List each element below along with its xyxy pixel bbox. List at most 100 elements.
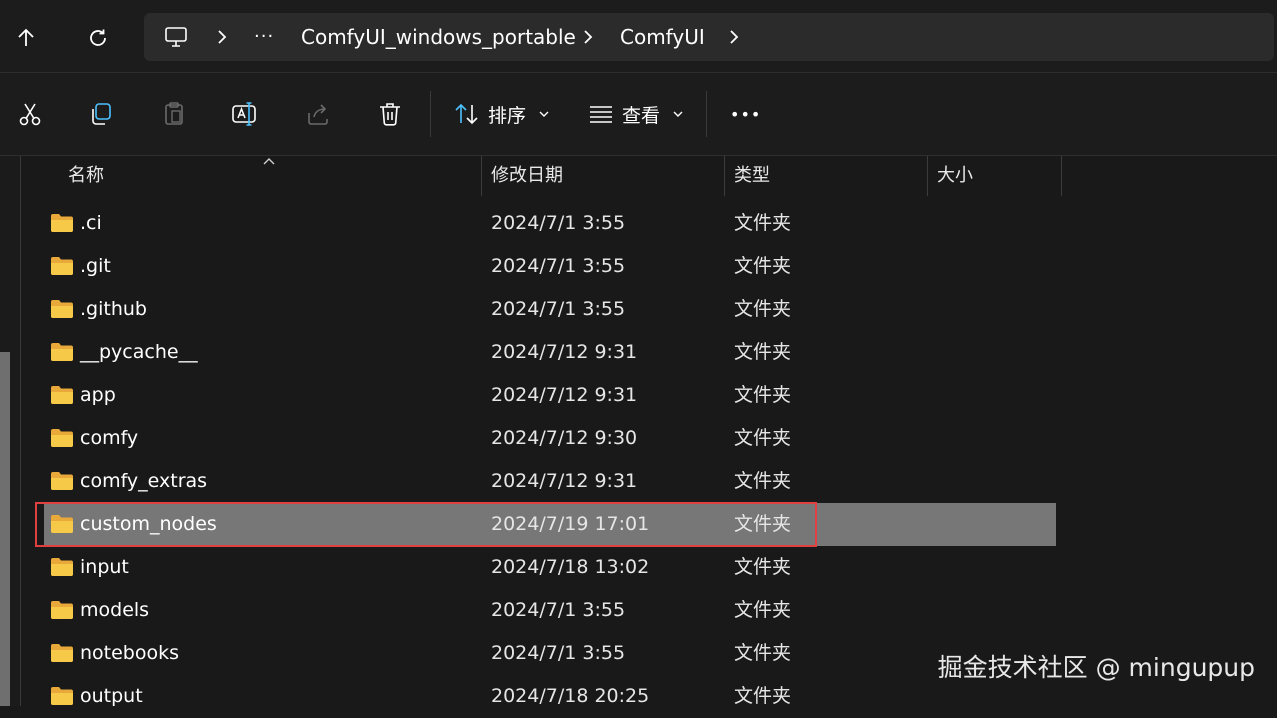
delete-button[interactable]	[372, 96, 408, 132]
clipboard-icon	[165, 102, 183, 125]
sort-button[interactable]: 排序	[454, 95, 550, 133]
breadcrumb-comfyui[interactable]: ComfyUI	[620, 13, 705, 61]
column-divider[interactable]	[1061, 156, 1062, 196]
view-list-icon	[590, 106, 612, 123]
file-name: input	[80, 556, 129, 578]
view-button[interactable]: 查看	[588, 95, 684, 133]
chevron-right-icon	[218, 30, 227, 44]
breadcrumb-comfyui-windows-portable[interactable]: ComfyUI_windows_portable	[301, 13, 576, 61]
chevron-right-icon[interactable]	[724, 27, 744, 47]
file-modified-date: 2024/7/18 13:02	[491, 556, 650, 578]
file-name: comfy_extras	[80, 470, 208, 492]
file-type: 文件夹	[734, 427, 792, 449]
folder-icon	[51, 644, 73, 662]
file-row[interactable]: notebooks 2024/7/1 3:55 文件夹	[44, 632, 1056, 675]
file-name: models	[80, 599, 150, 621]
file-name: __pycache__	[80, 341, 198, 363]
column-divider[interactable]	[724, 156, 725, 196]
copy-icon	[92, 103, 111, 125]
rename-icon	[232, 102, 256, 126]
file-type: 文件夹	[734, 384, 792, 406]
more-options-icon: •••	[730, 104, 762, 124]
folder-icon	[51, 601, 73, 619]
file-name: notebooks	[80, 642, 180, 664]
folder-icon	[51, 386, 73, 404]
folder-icon	[51, 214, 73, 232]
file-modified-date: 2024/7/1 3:55	[491, 298, 626, 320]
file-row[interactable]: input 2024/7/18 13:02 文件夹	[44, 546, 1056, 589]
column-header-size[interactable]: 大小	[937, 156, 973, 196]
pane-divider	[20, 156, 21, 706]
more-options-button[interactable]: •••	[730, 95, 761, 133]
cut-button[interactable]	[12, 96, 48, 132]
address-box[interactable]: ··· ComfyUI_windows_portable ComfyUI	[144, 13, 1274, 61]
toolbar-separator	[430, 91, 431, 137]
file-row[interactable]: .git 2024/7/1 3:55 文件夹	[44, 245, 1056, 288]
file-modified-date: 2024/7/18 20:25	[491, 685, 650, 707]
file-name: .ci	[80, 212, 102, 234]
refresh-button[interactable]	[78, 18, 118, 58]
arrow-up-icon	[18, 28, 34, 46]
paste-button[interactable]	[156, 96, 192, 132]
sort-icon	[455, 103, 478, 125]
file-row[interactable]: app 2024/7/12 9:31 文件夹	[44, 374, 1056, 417]
file-modified-date: 2024/7/19 17:01	[491, 513, 650, 535]
column-header-name[interactable]: 名称	[68, 156, 104, 196]
file-modified-date: 2024/7/12 9:31	[491, 470, 638, 492]
folder-icon	[51, 343, 73, 361]
copy-button[interactable]	[83, 96, 119, 132]
file-modified-date: 2024/7/12 9:31	[491, 384, 638, 406]
folder-icon	[51, 300, 73, 318]
file-type: 文件夹	[734, 556, 792, 578]
navigation-pane-scroll-thumb[interactable]	[0, 352, 10, 706]
file-modified-date: 2024/7/1 3:55	[491, 599, 626, 621]
column-divider[interactable]	[481, 156, 482, 196]
file-modified-date: 2024/7/12 9:30	[491, 427, 638, 449]
chevron-down-icon	[539, 111, 549, 117]
file-name: .git	[80, 255, 111, 277]
file-modified-date: 2024/7/1 3:55	[491, 212, 626, 234]
this-pc-icon	[165, 27, 187, 47]
file-row[interactable]: output 2024/7/18 20:25 文件夹	[44, 675, 1056, 718]
file-type: 文件夹	[734, 685, 792, 707]
file-row[interactable]: models 2024/7/1 3:55 文件夹	[44, 589, 1056, 632]
sort-label: 排序	[488, 104, 527, 127]
folder-icon	[51, 472, 73, 490]
folder-icon	[51, 687, 73, 705]
file-row[interactable]: comfy_extras 2024/7/12 9:31 文件夹	[44, 460, 1056, 503]
file-name: comfy	[80, 427, 139, 449]
address-bar-row: ··· ComfyUI_windows_portable ComfyUI	[0, 0, 1277, 72]
file-modified-date: 2024/7/12 9:31	[491, 341, 638, 363]
file-row[interactable]: custom_nodes 2024/7/19 17:01 文件夹	[44, 503, 1056, 546]
file-modified-date: 2024/7/1 3:55	[491, 255, 626, 277]
file-row[interactable]: comfy 2024/7/12 9:30 文件夹	[44, 417, 1056, 460]
file-name: app	[80, 384, 116, 406]
scissors-icon	[19, 103, 41, 126]
share-button[interactable]	[300, 96, 336, 132]
command-bar: 排序 查看 •••	[0, 73, 1277, 155]
file-row[interactable]: __pycache__ 2024/7/12 9:31 文件夹	[44, 331, 1056, 374]
watermark: 掘金技术社区 @ mingupup	[937, 653, 1255, 682]
file-name: output	[80, 685, 143, 707]
rename-button[interactable]	[227, 96, 263, 132]
file-name: .github	[80, 298, 147, 320]
column-header-date[interactable]: 修改日期	[491, 156, 563, 196]
up-button[interactable]	[6, 18, 46, 58]
toolbar-separator	[706, 91, 707, 137]
file-type: 文件夹	[734, 642, 792, 664]
file-type: 文件夹	[734, 470, 792, 492]
file-row[interactable]: .github 2024/7/1 3:55 文件夹	[44, 288, 1056, 331]
column-header-type[interactable]: 类型	[734, 156, 770, 196]
file-row[interactable]: .ci 2024/7/1 3:55 文件夹	[44, 202, 1056, 245]
file-type: 文件夹	[734, 513, 792, 535]
folder-icon	[51, 257, 73, 275]
refresh-icon	[90, 29, 106, 46]
folder-icon	[51, 429, 73, 447]
folder-icon	[51, 515, 73, 533]
chevron-down-icon	[673, 111, 683, 117]
file-type: 文件夹	[734, 341, 792, 363]
breadcrumb-ellipsis[interactable]: ···	[254, 13, 274, 61]
trash-icon	[380, 103, 400, 126]
column-divider[interactable]	[927, 156, 928, 196]
file-type: 文件夹	[734, 255, 792, 277]
